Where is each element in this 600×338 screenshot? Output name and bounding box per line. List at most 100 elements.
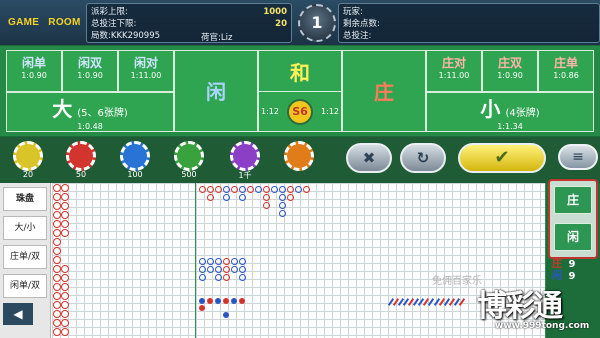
chip-label: 20: [22, 170, 34, 179]
bet-name: 庄单: [553, 56, 578, 70]
ask-banker-button[interactable]: 庄: [554, 186, 592, 214]
bead-road-mark: [61, 319, 69, 327]
back-arrow-button[interactable]: ◀: [3, 303, 33, 325]
big-road-mark: [303, 186, 310, 193]
total-bet-label: 总投注:: [343, 31, 372, 41]
bet-player-pair[interactable]: 闲对 1:11.00: [118, 50, 174, 92]
chip-row: 20 50 100 500 1千 ✖ ↻ ✔: [0, 137, 600, 183]
payout-limit-value: 1000: [263, 7, 287, 17]
big-eye-road-mark: [239, 274, 246, 281]
chip-500[interactable]: [174, 141, 204, 171]
chip-label: 100: [127, 170, 143, 179]
tab-player-odd-even[interactable]: 闲单/双: [3, 274, 47, 298]
bet-sub: (5、6张牌): [77, 108, 128, 119]
bet-name: 闲: [206, 80, 226, 104]
big-road-mark: [207, 186, 214, 193]
bead-road-mark: [53, 184, 61, 192]
big-road-mark: [247, 186, 254, 193]
logo-word-room: ROOM: [48, 17, 81, 28]
bead-road-mark: [61, 265, 69, 273]
bead-road-mark: [61, 184, 69, 192]
bet-banker-pair[interactable]: 庄对 1:11.00: [426, 50, 482, 92]
bead-road-mark: [61, 310, 69, 318]
bet-odds: 1:0.86: [553, 71, 579, 80]
cancel-icon: ✖: [362, 149, 376, 167]
super-six-badge: S6: [287, 99, 313, 125]
bead-road-mark: [61, 301, 69, 309]
repeat-icon: ↻: [416, 149, 430, 167]
big-road-mark: [279, 186, 286, 193]
menu-button[interactable]: ≡: [558, 144, 598, 170]
min-bet-label: 总投注下限:: [91, 19, 137, 29]
bead-road-mark: [53, 319, 61, 327]
big-road-mark: [239, 194, 246, 201]
big-eye-road-mark: [223, 258, 230, 265]
big-road-mark: [263, 194, 270, 201]
bead-road-mark: [53, 292, 61, 300]
bead-road-mark: [61, 202, 69, 210]
big-eye-road-mark: [215, 274, 222, 281]
tie-odds-left: 1:12: [261, 107, 279, 116]
chip-100[interactable]: [120, 141, 150, 171]
big-eye-road-mark: [199, 274, 206, 281]
tab-banker-odd-even[interactable]: 庄单/双: [3, 245, 47, 269]
small-road-mark: [207, 298, 213, 304]
bead-road-mark: [53, 265, 61, 273]
big-road-mark: [231, 186, 238, 193]
chip-20[interactable]: [13, 141, 43, 171]
bet-small[interactable]: 小 (4张牌) 1:1.34: [426, 92, 594, 132]
big-road-mark: [207, 194, 214, 201]
big-road-mark: [271, 186, 278, 193]
bet-name: 庄: [374, 80, 394, 104]
small-road-mark: [199, 298, 205, 304]
bead-road-mark: [61, 229, 69, 237]
chip-1千[interactable]: [230, 141, 260, 171]
big-eye-road-mark: [231, 258, 238, 265]
bead-road-mark: [53, 202, 61, 210]
small-road-mark: [199, 305, 205, 311]
bead-road-mark: [53, 328, 61, 336]
bet-player[interactable]: 闲: [174, 50, 258, 132]
repeat-bet-button[interactable]: ↻: [400, 143, 446, 173]
small-road-mark: [223, 298, 229, 304]
bead-road-mark: [53, 220, 61, 228]
bet-name: 和: [290, 61, 310, 85]
ask-player-button[interactable]: 闲: [554, 223, 592, 251]
cancel-button[interactable]: ✖: [346, 143, 392, 173]
bead-road-mark: [61, 292, 69, 300]
bead-road-mark: [53, 274, 61, 282]
tab-bead-road[interactable]: 珠盘: [3, 187, 47, 211]
tab-big-small[interactable]: 大/小: [3, 216, 47, 240]
bet-odds: 1:0.90: [21, 71, 47, 80]
bet-banker[interactable]: 庄: [342, 50, 426, 132]
payout-limit-label: 派彩上限:: [91, 7, 128, 17]
big-road-mark: [223, 186, 230, 193]
bead-road-mark: [53, 301, 61, 309]
chip-50[interactable]: [66, 141, 96, 171]
big-road-mark: [279, 210, 286, 217]
bead-road-mark: [61, 283, 69, 291]
brand-url: www.999tong.com: [495, 321, 590, 331]
tie-odds-right: 1:12: [321, 107, 339, 116]
bet-big[interactable]: 大 (5、6张牌) 1:0.48: [6, 92, 174, 132]
chip-label: 1千: [238, 171, 252, 180]
small-road-mark: [231, 298, 237, 304]
bet-tie[interactable]: 和 1:12 S6 1:12: [258, 50, 342, 132]
big-road-mark: [223, 194, 230, 201]
big-eye-road-mark: [231, 266, 238, 273]
big-road-mark: [287, 186, 294, 193]
bead-road-mark: [61, 193, 69, 201]
big-eye-road-mark: [207, 266, 214, 273]
chip-extra[interactable]: [284, 141, 314, 171]
bet-banker-single[interactable]: 庄单 1:0.86: [538, 50, 594, 92]
bead-road-mark: [53, 310, 61, 318]
bet-banker-double[interactable]: 庄双 1:0.90: [482, 50, 538, 92]
small-road-mark: [239, 298, 245, 304]
confirm-bet-button[interactable]: ✔: [458, 143, 546, 173]
big-eye-road-mark: [223, 274, 230, 281]
bet-player-single[interactable]: 闲单 1:0.90: [6, 50, 62, 92]
big-road-mark: [263, 202, 270, 209]
logo-word-game: GAME: [8, 17, 40, 28]
big-eye-road-mark: [223, 266, 230, 273]
bet-player-double[interactable]: 闲双 1:0.90: [62, 50, 118, 92]
